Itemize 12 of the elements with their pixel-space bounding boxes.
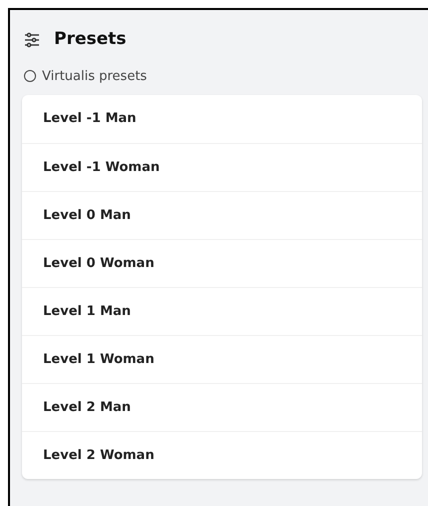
preset-item[interactable]: Level -1 Woman: [22, 143, 422, 191]
preset-item[interactable]: Level 2 Woman: [22, 431, 422, 479]
radio-button[interactable]: [24, 70, 36, 82]
panel-title: Presets: [54, 28, 126, 51]
preset-item[interactable]: Level 0 Woman: [22, 239, 422, 287]
sliders-icon: [24, 32, 40, 48]
preset-item[interactable]: Level 1 Man: [22, 287, 422, 335]
preset-item[interactable]: Level 1 Woman: [22, 335, 422, 383]
group-label: Virtualis presets: [42, 68, 147, 86]
preset-item[interactable]: Level 2 Man: [22, 383, 422, 431]
preset-item[interactable]: Level 0 Man: [22, 191, 422, 239]
preset-item[interactable]: Level -1 Man: [22, 95, 422, 143]
